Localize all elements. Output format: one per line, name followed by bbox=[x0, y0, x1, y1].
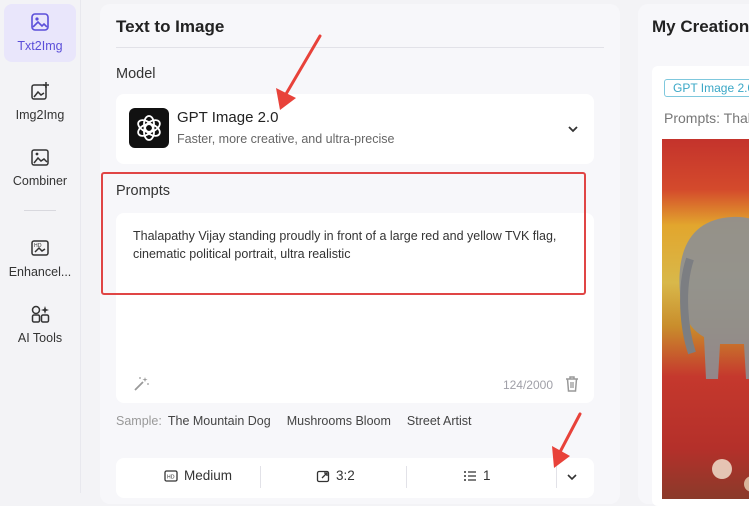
panel-divider bbox=[116, 47, 604, 48]
aspect-ratio-icon bbox=[316, 470, 330, 483]
sample-label: Sample: bbox=[116, 414, 162, 428]
creation-card[interactable]: GPT Image 2.0 Prompts: Thalapathy bbox=[652, 66, 749, 506]
quality-select[interactable]: HD Medium bbox=[164, 468, 232, 483]
sidebar-item-label: Txt2Img bbox=[17, 39, 63, 53]
creation-prompt: Prompts: Thalapathy bbox=[664, 110, 749, 126]
options-divider bbox=[260, 466, 261, 488]
model-name: GPT Image 2.0 bbox=[177, 109, 279, 126]
sample-link[interactable]: Street Artist bbox=[407, 414, 472, 428]
options-divider bbox=[406, 466, 407, 488]
svg-text:HD: HD bbox=[167, 475, 175, 481]
image-count-value: 1 bbox=[483, 468, 491, 483]
sidebar-item-enhancer[interactable]: HD Enhancel... bbox=[4, 230, 76, 288]
model-description: Faster, more creative, and ultra-precise bbox=[177, 132, 395, 146]
creations-title: My Creations bbox=[652, 17, 749, 36]
model-select[interactable]: GPT Image 2.0 Faster, more creative, and… bbox=[116, 94, 594, 164]
quality-value: Medium bbox=[184, 468, 233, 483]
sidebar-item-txt2img[interactable]: Txt2Img bbox=[4, 4, 76, 62]
sidebar-item-ai-tools[interactable]: AI Tools bbox=[4, 296, 76, 354]
sidebar: Txt2Img Img2Img Combiner HD Enhancel... bbox=[0, 0, 81, 493]
list-count-icon bbox=[464, 471, 476, 481]
sidebar-item-label: Img2Img bbox=[15, 108, 65, 122]
sidebar-item-label: Combiner bbox=[12, 174, 68, 188]
model-badge: GPT Image 2.0 bbox=[664, 79, 749, 97]
generation-options-bar: HD Medium 3:2 1 bbox=[116, 458, 594, 498]
sidebar-item-label: AI Tools bbox=[17, 331, 63, 345]
sample-link[interactable]: Mushrooms Bloom bbox=[287, 414, 391, 428]
image-text-icon bbox=[31, 13, 49, 31]
chevron-down-icon[interactable] bbox=[566, 471, 578, 483]
aspect-ratio-select[interactable]: 3:2 bbox=[316, 468, 355, 483]
sidebar-item-img2img[interactable]: Img2Img bbox=[4, 73, 76, 131]
trash-icon[interactable] bbox=[564, 375, 580, 393]
model-label: Model bbox=[116, 66, 156, 82]
hd-quality-icon: HD bbox=[164, 470, 178, 482]
shapes-sparkle-icon bbox=[31, 305, 50, 323]
chevron-down-icon[interactable] bbox=[566, 122, 580, 136]
hd-image-icon: HD bbox=[31, 240, 49, 256]
magic-wand-icon[interactable] bbox=[132, 375, 150, 393]
my-creations-panel: My Creations GPT Image 2.0 Prompts: Thal… bbox=[638, 4, 749, 506]
openai-logo-icon bbox=[129, 108, 169, 148]
image-plus-icon bbox=[31, 82, 49, 100]
prompts-highlight-box bbox=[101, 172, 586, 295]
sample-link[interactable]: The Mountain Dog bbox=[168, 414, 271, 428]
options-divider bbox=[556, 466, 557, 488]
image-count-select[interactable]: 1 bbox=[463, 468, 491, 483]
aspect-ratio-value: 3:2 bbox=[336, 468, 355, 483]
sample-prompts: Sample: The Mountain Dog Mushrooms Bloom St… bbox=[116, 414, 472, 428]
elephant-flag-image bbox=[679, 216, 749, 492]
sidebar-item-combiner[interactable]: Combiner bbox=[4, 139, 76, 197]
image-merge-icon bbox=[31, 149, 49, 166]
character-counter: 124/2000 bbox=[502, 378, 553, 392]
panel-title: Text to Image bbox=[116, 17, 225, 36]
svg-text:HD: HD bbox=[34, 243, 42, 249]
sidebar-item-label: Enhancel... bbox=[8, 265, 72, 279]
generated-image[interactable] bbox=[662, 139, 749, 499]
sidebar-divider bbox=[24, 210, 56, 211]
